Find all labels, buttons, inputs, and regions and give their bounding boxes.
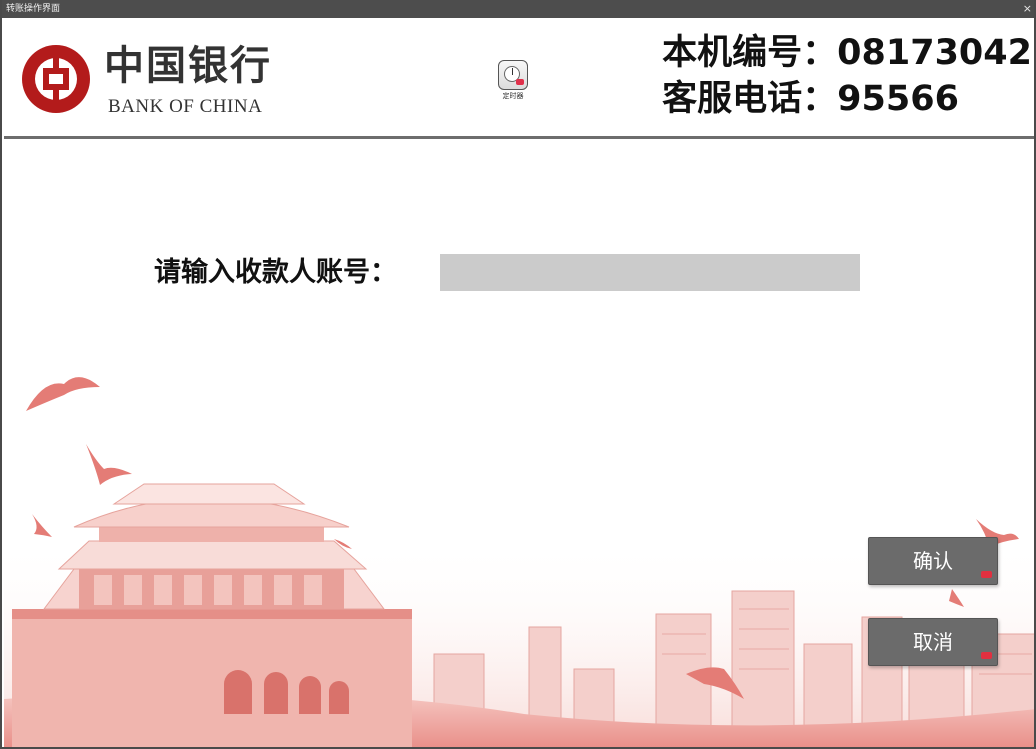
timer-icon — [498, 60, 528, 90]
confirm-button-label: 确认 — [913, 549, 953, 573]
key-icon — [981, 571, 992, 578]
machine-id: 本机编号：08173042 — [662, 33, 1032, 73]
service-hotline: 客服电话：95566 — [662, 79, 959, 119]
main-content: 请输入收款人账号： 确认 取消 — [4, 139, 1034, 747]
header: 中国银行 BANK OF CHINA 定时器 本机编号：08173042 客服电… — [4, 18, 1034, 139]
timer-label: 定时器 — [502, 92, 524, 100]
cancel-button-label: 取消 — [913, 630, 953, 654]
bank-of-china-logo-icon — [22, 45, 90, 113]
window-title: 转账操作界面 — [6, 4, 61, 14]
title-bar: 转账操作界面 × — [2, 0, 1034, 18]
payee-account-input[interactable] — [440, 254, 860, 291]
account-prompt-label: 请输入收款人账号： — [154, 257, 397, 288]
confirm-button[interactable]: 确认 — [868, 537, 998, 585]
close-icon[interactable]: × — [1023, 1, 1032, 17]
bank-of-china-logo: 中国银行 BANK OF CHINA — [18, 40, 278, 120]
logo-english-text: BANK OF CHINA — [108, 96, 263, 117]
cancel-button[interactable]: 取消 — [868, 618, 998, 666]
logo-chinese-text: 中国银行 — [104, 42, 272, 89]
transfer-window: 转账操作界面 × 中国银行 BANK OF CHINA 定时器 本机编号：081… — [0, 0, 1036, 749]
key-icon — [981, 652, 992, 659]
timer-button[interactable]: 定时器 — [496, 60, 530, 100]
terminal-info: 本机编号：08173042 客服电话：95566 — [662, 30, 1032, 122]
